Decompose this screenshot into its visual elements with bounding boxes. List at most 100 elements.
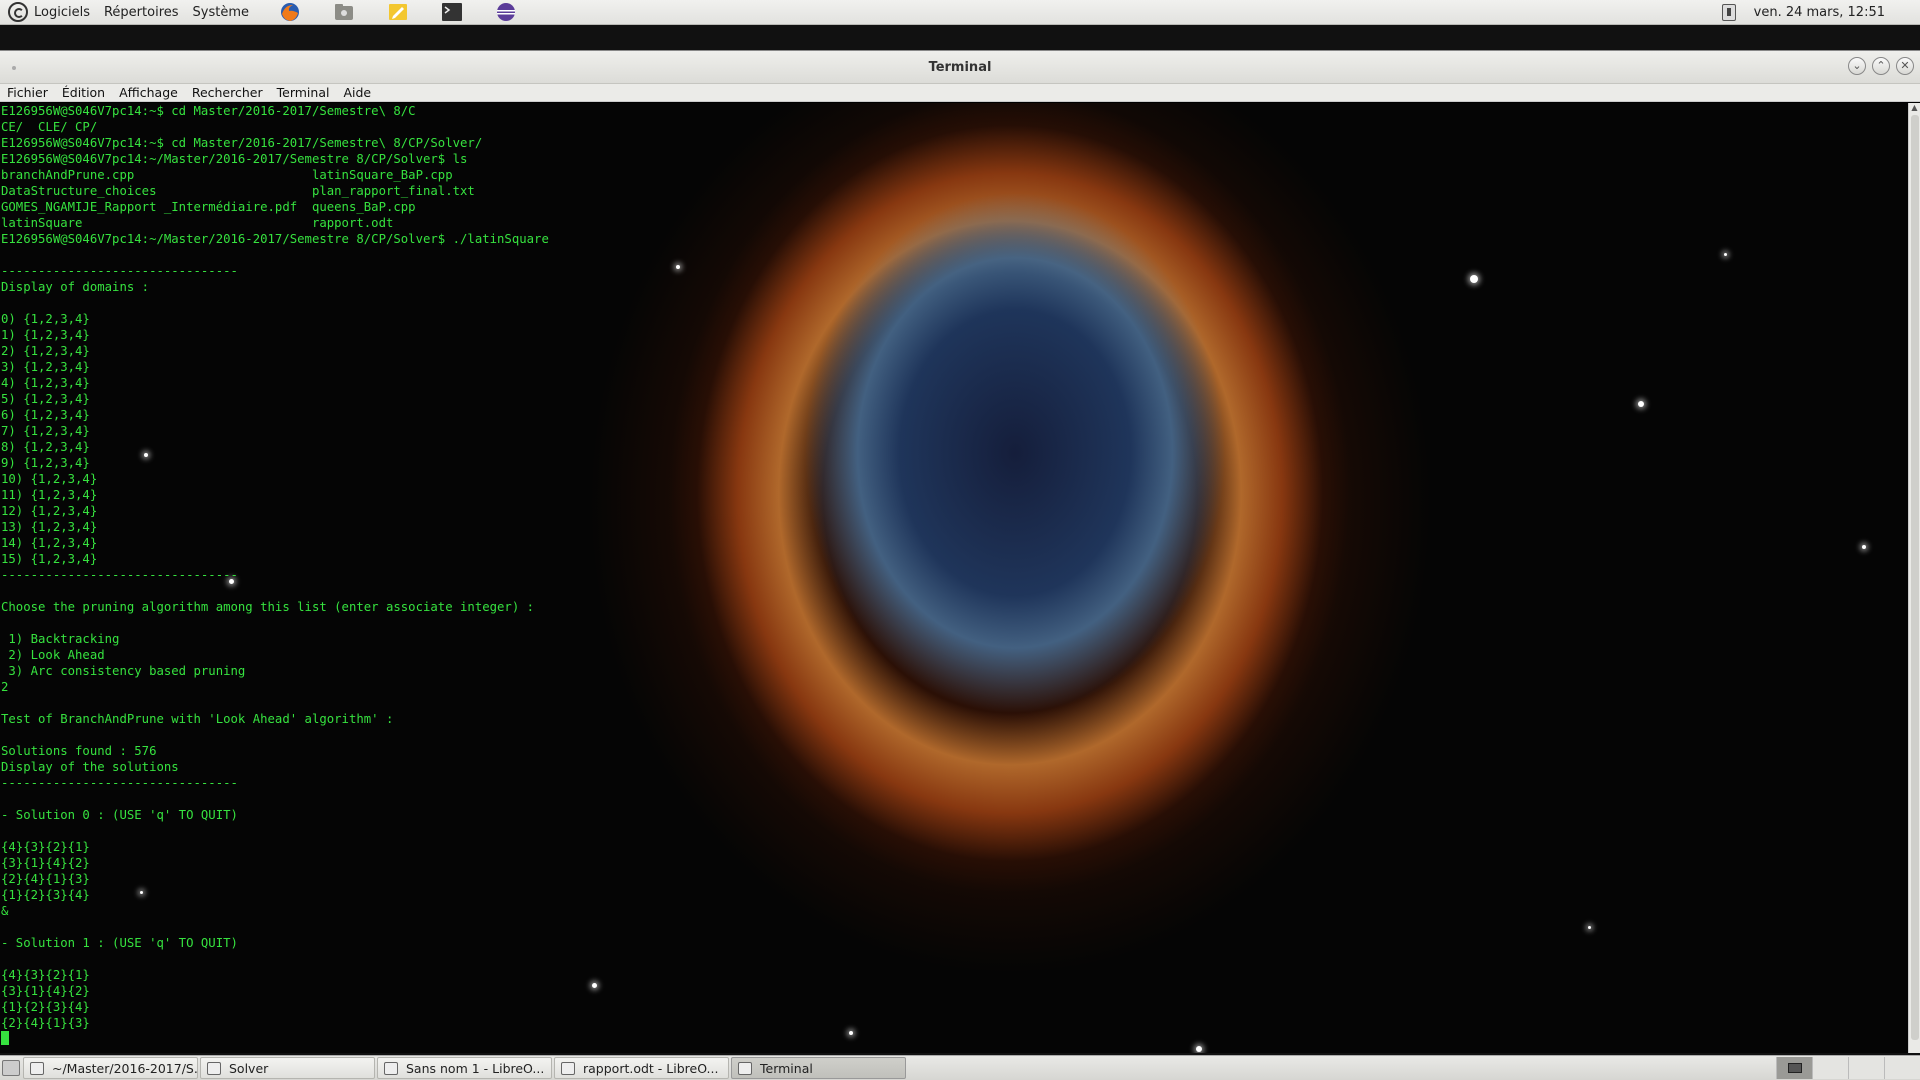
terminal-line: & [1,904,9,918]
scroll-thumb[interactable] [1911,115,1919,1040]
workspace-4[interactable] [1884,1057,1920,1079]
text-editor-icon[interactable] [386,1,410,23]
terminal-line: 2) Look Ahead [1,648,105,662]
maximize-button[interactable]: ⌃ [1872,57,1890,75]
document-icon [384,1061,398,1075]
task-terminal[interactable]: Terminal [731,1057,906,1079]
terminal-line: 2) {1,2,3,4} [1,344,90,358]
terminal-line: E126956W@S046V7pc14:~/Master/2016-2017/S… [1,152,468,166]
terminal-line: - Solution 0 : (USE 'q' TO QUIT) [1,808,238,822]
terminal-line: DataStructure_choices plan_rapport_final… [1,184,475,198]
window-title: Terminal [928,59,992,75]
menubar: Fichier Édition Affichage Rechercher Ter… [0,84,1920,102]
close-button[interactable]: ✕ [1896,57,1914,75]
terminal-line: 3) Arc consistency based pruning [1,664,246,678]
menu-terminal[interactable]: Terminal [270,85,337,100]
terminal-line: 11) {1,2,3,4} [1,488,98,502]
terminal-line: {4}{3}{2}{1} [1,968,90,982]
minimize-button[interactable]: ⌄ [1848,57,1866,75]
workspace-1[interactable] [1776,1057,1812,1079]
distro-logo-icon[interactable] [8,2,28,22]
menu-rechercher[interactable]: Rechercher [185,85,270,100]
terminal-window: Terminal ⌄ ⌃ ✕ Fichier Édition Affichage… [0,50,1920,1053]
background-star [1638,401,1644,407]
terminal-line: 9) {1,2,3,4} [1,456,90,470]
terminal-area[interactable]: E126956W@S046V7pc14:~$ cd Master/2016-20… [0,103,1908,1053]
background-star [1862,545,1866,549]
menu-systeme[interactable]: Système [193,5,259,20]
terminal-line: {3}{1}{4}{2} [1,984,90,998]
terminal-line: {3}{1}{4}{2} [1,856,90,870]
workspace-2[interactable] [1812,1057,1848,1079]
terminal-line: -------------------------------- [1,264,238,278]
file-manager-icon[interactable] [332,1,356,23]
menu-affichage[interactable]: Affichage [112,85,185,100]
terminal-icon [738,1061,752,1075]
terminal-line: E126956W@S046V7pc14:~$ cd Master/2016-20… [1,136,483,150]
task-solver-folder[interactable]: Solver [200,1057,375,1079]
show-desktop-icon[interactable] [2,1060,20,1076]
background-star [676,265,680,269]
background-star [1196,1046,1202,1052]
terminal-line: 4) {1,2,3,4} [1,376,90,390]
terminal-line: 1) Backtracking [1,632,120,646]
task-libreoffice-sans-nom[interactable]: Sans nom 1 - LibreO... [377,1057,552,1079]
terminal-line: {4}{3}{2}{1} [1,840,90,854]
terminal-line: 0) {1,2,3,4} [1,312,90,326]
menu-repertoires[interactable]: Répertoires [104,5,189,20]
terminal-line: 14) {1,2,3,4} [1,536,98,550]
task-label: Sans nom 1 - LibreO... [406,1060,545,1076]
background-star [1470,275,1478,283]
task-libreoffice-rapport[interactable]: rapport.odt - LibreO... [554,1057,729,1079]
eclipse-icon[interactable] [494,1,518,23]
terminal-line: Display of the solutions [1,760,179,774]
menu-aide[interactable]: Aide [336,85,378,100]
network-icon[interactable] [1721,3,1736,21]
terminal-line: Solutions found : 576 [1,744,157,758]
text-cursor [1,1031,9,1045]
taskbar: ~/Master/2016-2017/S... Solver Sans nom … [0,1055,1920,1080]
task-label: rapport.odt - LibreO... [583,1060,719,1076]
background-star [592,983,597,988]
terminal-line: Display of domains : [1,280,150,294]
task-terminal-master[interactable]: ~/Master/2016-2017/S... [23,1057,198,1079]
task-label: ~/Master/2016-2017/S... [52,1060,198,1076]
scroll-up-icon[interactable]: ▲ [1909,103,1920,112]
terminal-line: Choose the pruning algorithm among this … [1,600,535,614]
clock[interactable]: ven. 24 mars, 12:51 [1754,5,1885,20]
terminal-line: - Solution 1 : (USE 'q' TO QUIT) [1,936,238,950]
terminal-line: 6) {1,2,3,4} [1,408,90,422]
workspace-3[interactable] [1848,1057,1884,1079]
terminal-icon[interactable] [440,1,464,23]
terminal-line: GOMES_NGAMIJE_Rapport _Intermédiaire.pdf… [1,200,416,214]
document-icon [561,1061,575,1075]
menu-edition[interactable]: Édition [55,85,112,100]
terminal-icon [30,1061,44,1075]
menu-fichier[interactable]: Fichier [0,85,55,100]
window-menu-icon[interactable] [12,66,16,70]
terminal-line: E126956W@S046V7pc14:~/Master/2016-2017/S… [1,232,549,246]
firefox-icon[interactable] [278,1,302,23]
menu-logiciels[interactable]: Logiciels [34,5,100,20]
terminal-line: 3) {1,2,3,4} [1,360,90,374]
background-star [849,1031,853,1035]
terminal-line: CE/ CLE/ CP/ [1,120,98,134]
terminal-line: branchAndPrune.cpp latinSquare_BaP.cpp [1,168,453,182]
scrollbar[interactable]: ▲ [1908,103,1920,1053]
terminal-line: 12) {1,2,3,4} [1,504,98,518]
background-star [1724,253,1727,256]
window-titlebar[interactable]: Terminal ⌄ ⌃ ✕ [0,51,1920,84]
terminal-line: -------------------------------- [1,568,238,582]
terminal-line: E126956W@S046V7pc14:~$ cd Master/2016-20… [1,104,416,118]
terminal-line: -------------------------------- [1,776,238,790]
terminal-line: {2}{4}{1}{3} [1,1016,90,1030]
